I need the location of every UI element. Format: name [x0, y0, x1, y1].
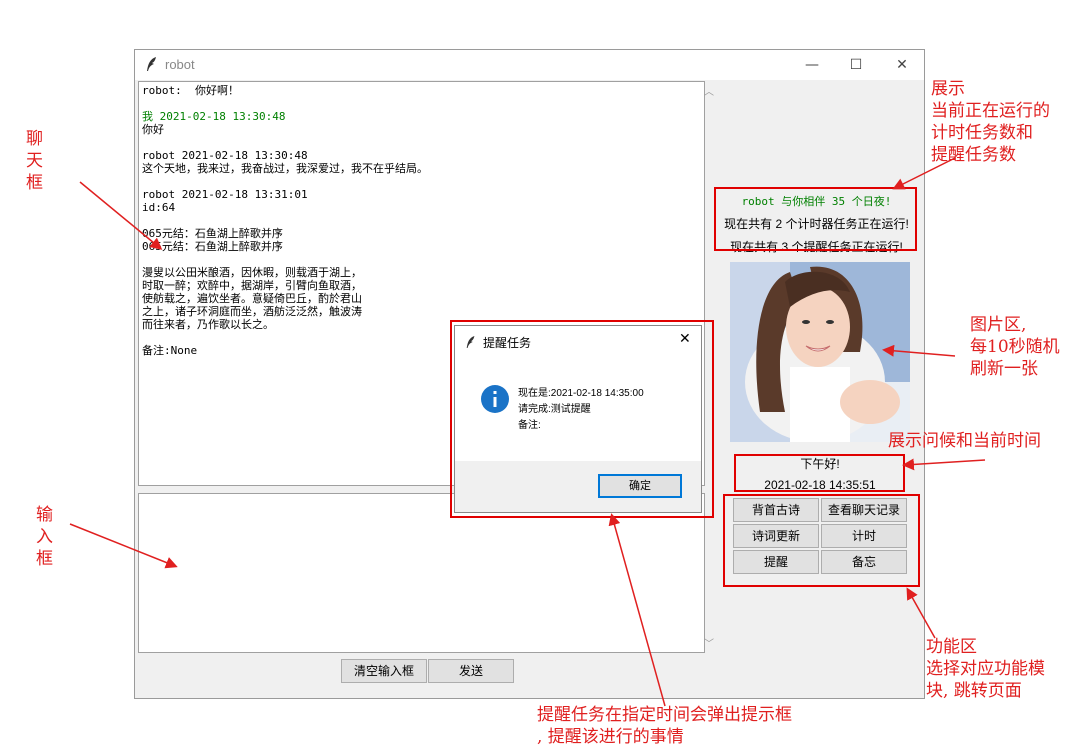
input-box-annotation: 输入框	[36, 505, 53, 569]
greeting-annotation: 展示问候和当前时间	[888, 431, 1041, 451]
arrow-chat	[79, 181, 163, 250]
annotation-arrows	[69, 157, 986, 707]
arrow-image	[882, 344, 956, 357]
arrow-dialog	[608, 513, 666, 707]
chat-box-annotation: 聊天框	[26, 129, 43, 193]
arrow-greeting	[902, 458, 986, 471]
arrow-function	[906, 587, 936, 639]
image-annotation: 图片区, 每10秒随机 刷新一张	[970, 315, 1060, 379]
arrow-input	[69, 523, 178, 569]
function-annotation: 功能区 选择对应功能模 块, 跳转页面	[926, 637, 1045, 701]
status-annotation: 展示 当前正在运行的 计时任务数和 提醒任务数	[931, 79, 1050, 165]
dialog-annotation: 提醒任务在指定时间会弹出提示框, 提醒该进行的事情	[537, 705, 792, 747]
